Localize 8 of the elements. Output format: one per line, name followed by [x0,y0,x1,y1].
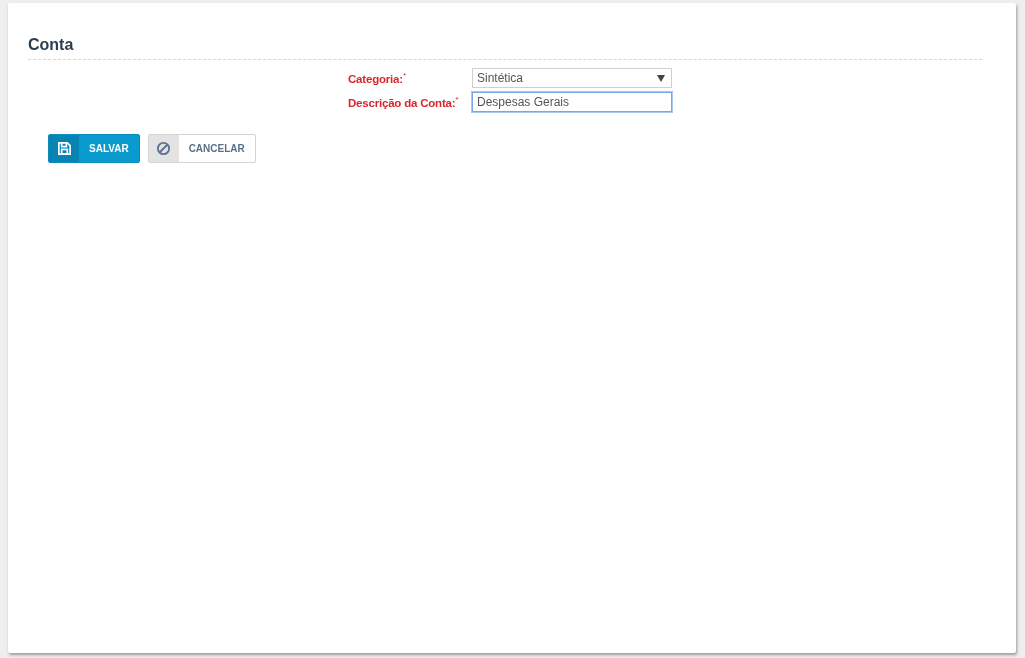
prohibited-icon [156,141,172,156]
cancel-button[interactable]: CANCELAR [147,134,256,163]
category-select[interactable]: Sintética [472,68,672,88]
input-field[interactable]: Despesas Gerais [472,92,672,112]
caret-icon [657,74,665,82]
field-label: Descrição da Conta:$^{*}$ [348,95,460,109]
section-title: Conta [28,36,982,60]
field-label: Categoria:$^{*}$ [348,71,407,85]
